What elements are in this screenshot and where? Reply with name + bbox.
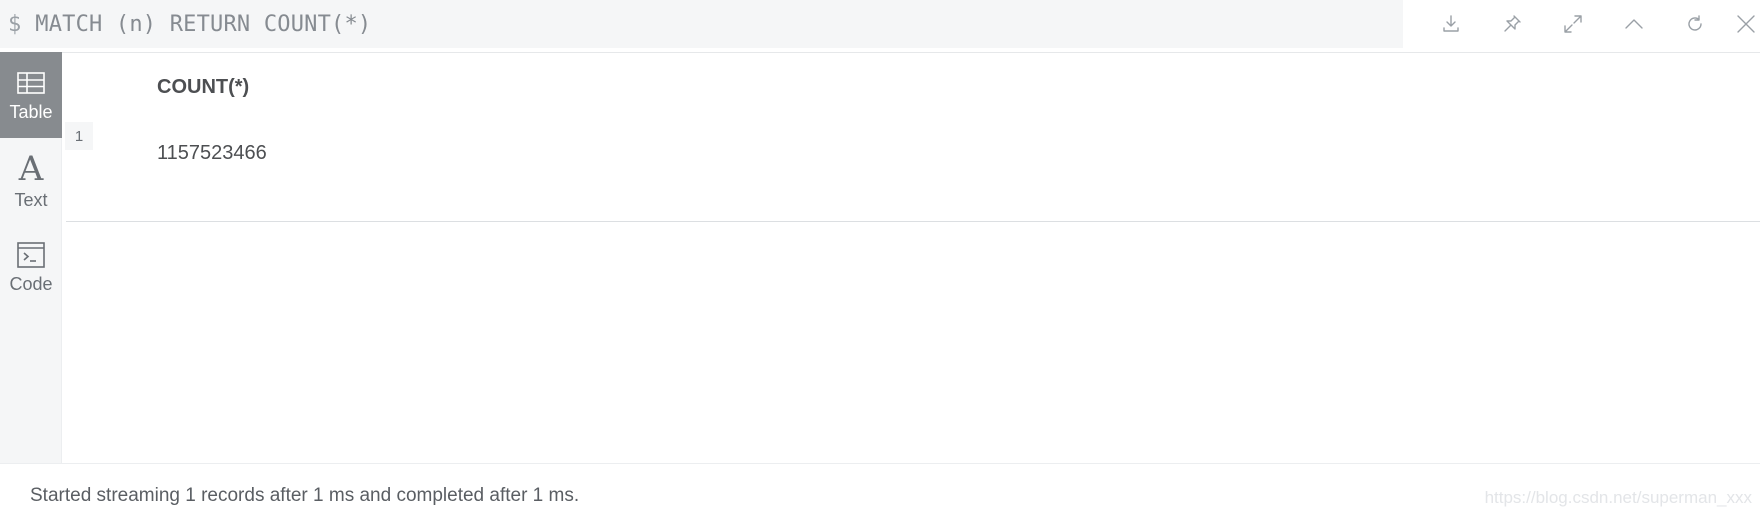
- tab-table-label: Table: [9, 101, 53, 122]
- view-sidebar: Table A Text Code: [0, 52, 62, 463]
- query-editor[interactable]: $ MATCH (n) RETURN COUNT(*): [0, 0, 1403, 48]
- close-button[interactable]: [1731, 9, 1760, 39]
- tab-code[interactable]: Code: [0, 224, 62, 310]
- query-prompt: $: [8, 11, 22, 37]
- download-button[interactable]: [1436, 9, 1466, 39]
- collapse-up-icon: [1625, 19, 1643, 29]
- tab-code-label: Code: [9, 273, 53, 294]
- rerun-button[interactable]: [1680, 9, 1710, 39]
- expand-icon: [1564, 15, 1582, 33]
- status-message: Started streaming 1 records after 1 ms a…: [30, 485, 580, 506]
- result-table: COUNT(*) 1 1157523466: [63, 52, 1760, 222]
- pin-button[interactable]: [1497, 9, 1527, 39]
- close-icon: [1737, 15, 1755, 33]
- tab-table[interactable]: Table: [0, 52, 62, 138]
- query-text[interactable]: MATCH (n) RETURN COUNT(*): [35, 12, 371, 37]
- tab-text-label: Text: [14, 189, 48, 210]
- code-icon: [17, 241, 45, 268]
- table-row-divider: [66, 221, 1760, 222]
- table-icon: [17, 71, 45, 94]
- download-icon: [1443, 15, 1459, 32]
- collapse-button[interactable]: [1619, 9, 1649, 39]
- rerun-icon: [1688, 15, 1702, 31]
- column-header: COUNT(*): [157, 76, 250, 98]
- tab-text[interactable]: A Text: [0, 138, 62, 224]
- frame-actions: [1403, 0, 1760, 48]
- row-index: 1: [65, 122, 93, 150]
- text-icon: A: [18, 148, 44, 189]
- footer-divider: [0, 463, 1760, 464]
- fullscreen-button[interactable]: [1558, 9, 1588, 39]
- watermark: https://blog.csdn.net/superman_xxx: [1484, 488, 1752, 507]
- pin-icon: [1504, 15, 1521, 32]
- table-cell[interactable]: 1157523466: [157, 142, 267, 165]
